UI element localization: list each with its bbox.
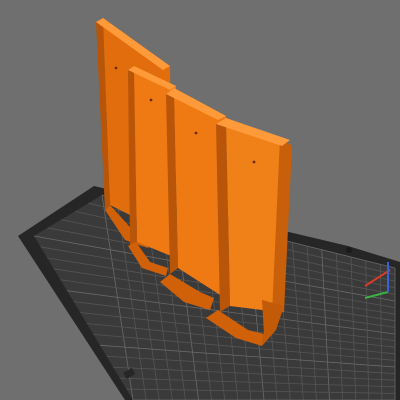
panel-hole-icon (194, 131, 198, 135)
panel-hole-icon (149, 98, 153, 102)
plate-screw-icon (346, 247, 352, 253)
3d-viewport[interactable] (0, 0, 400, 400)
panel-hole-icon (114, 66, 118, 70)
panel-hole-icon (252, 160, 256, 164)
viewport-canvas[interactable] (0, 0, 400, 400)
